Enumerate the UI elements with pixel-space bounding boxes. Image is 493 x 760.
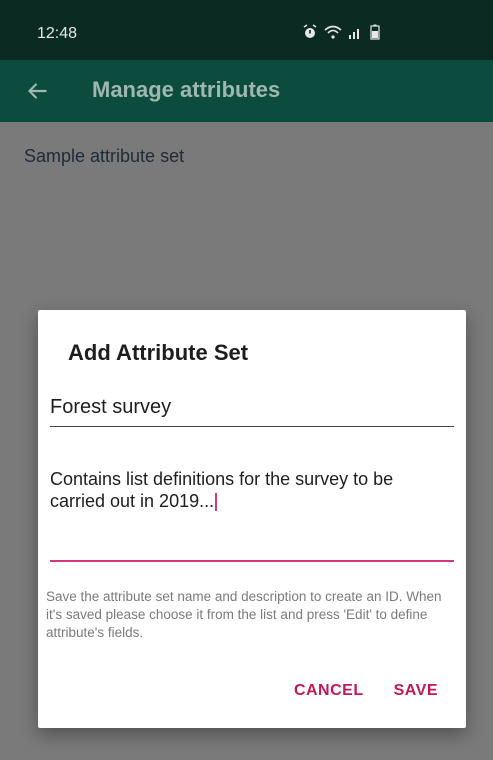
- attribute-set-description-field[interactable]: Contains list definitions for the survey…: [50, 460, 454, 562]
- add-attribute-set-dialog: Add Attribute Set Contains list definiti…: [38, 310, 466, 728]
- attribute-set-name-input[interactable]: [50, 388, 454, 427]
- dialog-help-text: Save the attribute set name and descript…: [46, 589, 442, 640]
- text-caret: [215, 493, 218, 511]
- save-button[interactable]: SAVE: [394, 682, 438, 700]
- cancel-button[interactable]: CANCEL: [294, 682, 364, 700]
- dialog-title: Add Attribute Set: [68, 340, 249, 365]
- description-text: Contains list definitions for the survey…: [50, 469, 394, 511]
- description-text-wrapper: Contains list definitions for the survey…: [50, 468, 450, 512]
- dialog-actions: CANCEL SAVE: [294, 682, 438, 700]
